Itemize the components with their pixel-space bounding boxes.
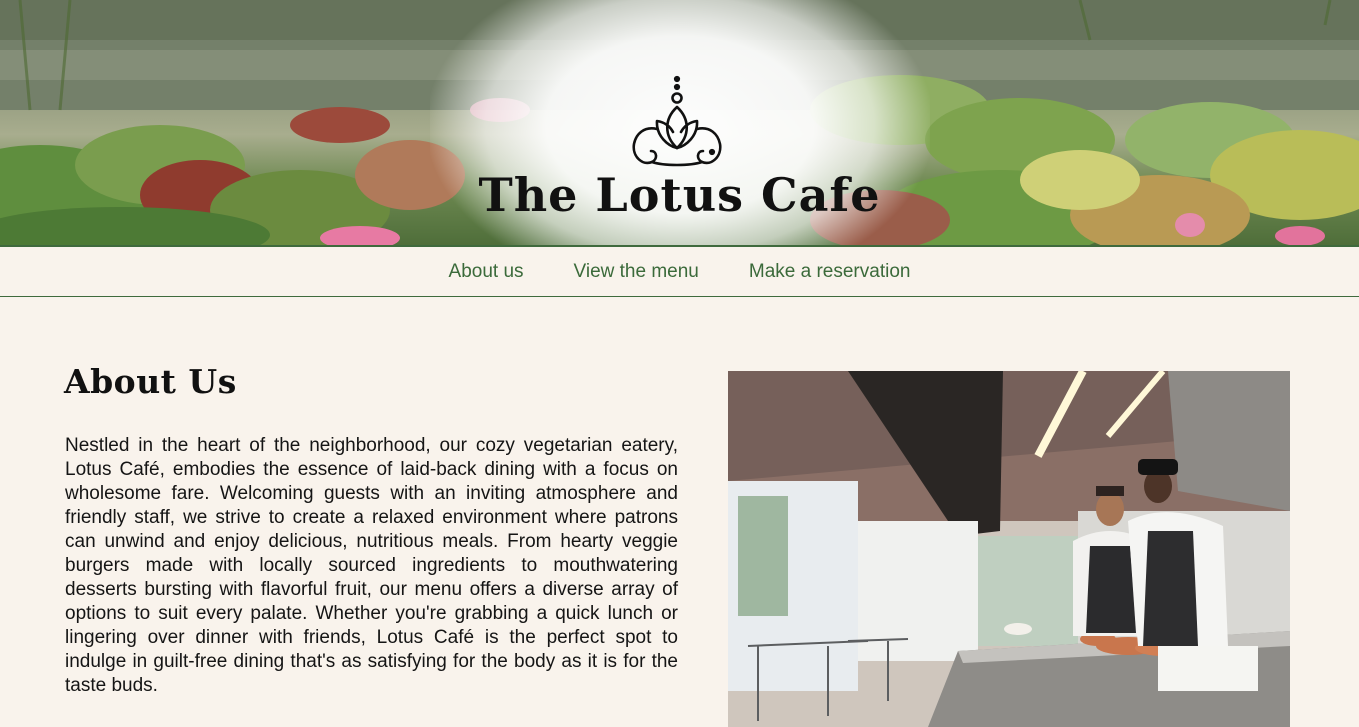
hero-banner: The Lotus Cafe	[0, 0, 1359, 245]
lotus-icon	[632, 75, 722, 167]
about-description: Nestled in the heart of the neighborhood…	[65, 435, 678, 696]
about-heading: About Us	[64, 362, 237, 401]
nav-link-about-us[interactable]: About us	[449, 261, 524, 283]
brand-title: The Lotus Cafe	[478, 168, 881, 222]
nav-link-make-reservation[interactable]: Make a reservation	[749, 261, 911, 283]
main-nav: About us View the menu Make a reservatio…	[0, 245, 1359, 297]
nav-link-view-menu[interactable]: View the menu	[574, 261, 699, 283]
kitchen-chefs-photo	[728, 371, 1290, 727]
